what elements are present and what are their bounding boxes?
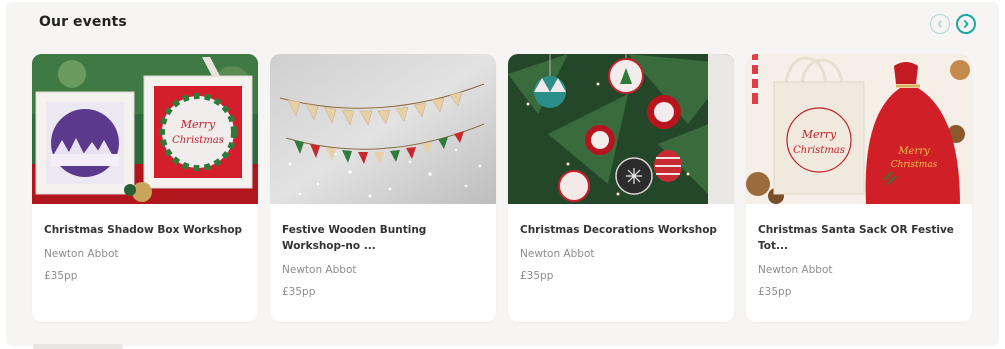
carousel-prev-button[interactable] xyxy=(930,14,950,34)
image-text-merry: Merry xyxy=(180,118,216,131)
event-title[interactable]: Christmas Decorations Workshop xyxy=(520,222,724,238)
sack-text-merry: Merry xyxy=(897,146,930,157)
event-title[interactable]: Christmas Santa Sack OR Festive Tot... xyxy=(758,222,962,254)
chevron-left-icon xyxy=(937,20,942,28)
event-card[interactable]: Merry Christmas Merry Christmas Christma… xyxy=(746,54,972,322)
event-card[interactable]: Festive Wooden Bunting Workshop-no ... N… xyxy=(270,54,496,322)
tote-text-christmas: Christmas xyxy=(793,145,845,156)
event-title[interactable]: Festive Wooden Bunting Workshop-no ... xyxy=(282,222,486,254)
event-title[interactable]: Christmas Shadow Box Workshop xyxy=(44,222,248,238)
event-location: Newton Abbot xyxy=(758,264,833,276)
event-image-bunting xyxy=(270,54,496,204)
image-text-christmas: Christmas xyxy=(172,135,224,146)
event-price: £35pp xyxy=(520,270,554,282)
tote-text-merry: Merry xyxy=(801,128,837,141)
event-card[interactable]: Merry Christmas Christmas Shadow Box Wor… xyxy=(32,54,258,322)
event-image-santa-sack: Merry Christmas Merry Christmas xyxy=(746,54,972,204)
carousel-next-button[interactable] xyxy=(956,14,976,34)
event-image-shadow-box: Merry Christmas xyxy=(32,54,258,204)
event-location: Newton Abbot xyxy=(44,248,119,260)
event-location: Newton Abbot xyxy=(520,248,595,260)
chevron-right-icon xyxy=(963,20,969,28)
events-section: Our events Merry Christmas Christmas Sha… xyxy=(6,2,999,346)
section-title: Our events xyxy=(39,14,127,30)
event-image-decorations xyxy=(508,54,734,204)
event-price: £35pp xyxy=(758,286,792,298)
event-card[interactable]: Christmas Decorations Workshop Newton Ab… xyxy=(508,54,734,322)
next-section-hint xyxy=(33,344,123,349)
sack-text-christmas: Christmas xyxy=(891,160,938,170)
event-location: Newton Abbot xyxy=(282,264,357,276)
event-price: £35pp xyxy=(282,286,316,298)
event-price: £35pp xyxy=(44,270,78,282)
